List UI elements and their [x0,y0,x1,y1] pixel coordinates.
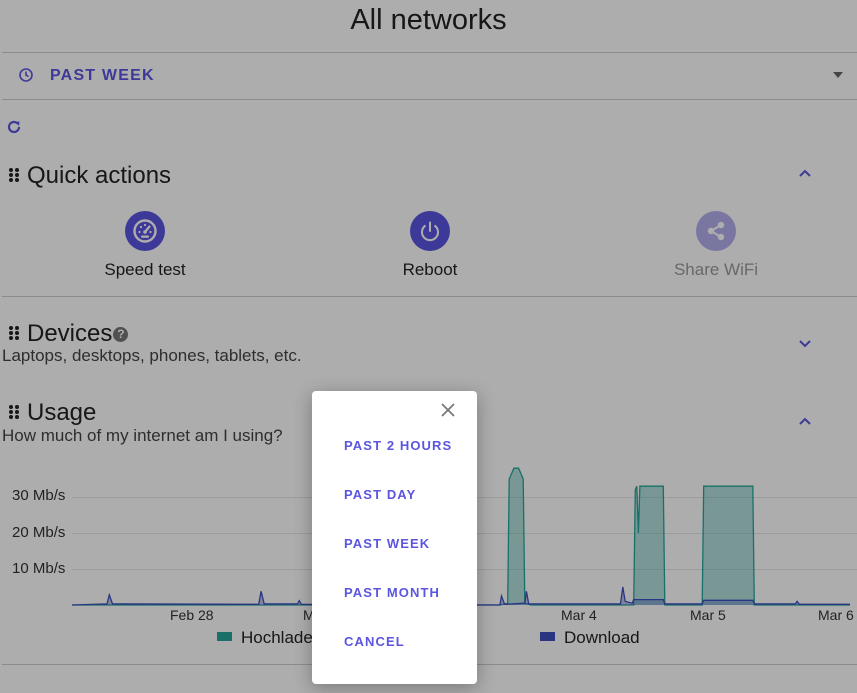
period-dialog: PAST 2 HOURS PAST DAY PAST WEEK PAST MON… [312,391,477,684]
close-icon[interactable] [440,402,456,423]
option-past-month[interactable]: PAST MONTH [344,585,440,600]
option-past-week[interactable]: PAST WEEK [344,536,430,551]
option-past-day[interactable]: PAST DAY [344,487,416,502]
cancel-button[interactable]: CANCEL [344,634,405,649]
option-past-2-hours[interactable]: PAST 2 HOURS [344,438,452,453]
